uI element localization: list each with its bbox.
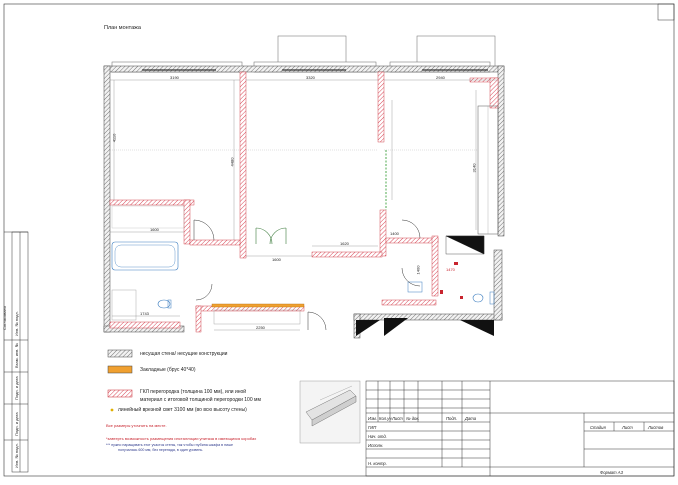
tb-nkontr: Н. контр. xyxy=(368,461,387,466)
tb-list: Лист xyxy=(392,416,403,421)
tb-podp: Подп. xyxy=(446,416,458,421)
dim-label: 1400 xyxy=(390,231,399,236)
side-agreed: Согласовано xyxy=(2,305,7,330)
wall-left xyxy=(103,65,111,333)
tb-list2: Лист xyxy=(622,425,633,430)
tb-format: Формат А3 xyxy=(600,470,623,475)
dim-label: 2250 xyxy=(256,325,265,330)
tb-ispoln: Исполн. xyxy=(368,443,384,448)
tb-nachotd: Нач. отд. xyxy=(368,434,387,439)
tb-data: Дата xyxy=(465,416,477,421)
note-all-sizes: Все размеры уточнить на месте. xyxy=(106,423,167,428)
legend-opening-label: линейный врезной свет 3100 мм (во всю вы… xyxy=(118,407,247,413)
dim-label: 1400 xyxy=(415,265,421,275)
dim-label: 1743 xyxy=(140,311,149,316)
legend-wall-label: несущая стена/ несущие конструкции xyxy=(140,351,228,357)
note-blue-2: получалась 600 мм, без перепада, в один … xyxy=(118,448,204,452)
side-podp-2: Подп. и дата xyxy=(14,412,19,436)
legend-embedded-label: Закладные (брус 40*40) xyxy=(140,367,196,373)
tb-izm: Изм. xyxy=(368,416,377,421)
dim-label: 3190 xyxy=(170,75,179,80)
side-vzam: Взам. инв. № xyxy=(14,343,19,368)
dim-label: 4480 xyxy=(229,157,235,167)
legend-gkl-swatch xyxy=(107,389,133,398)
legend-wall-swatch xyxy=(107,349,133,358)
partition-1 xyxy=(239,71,247,259)
dim-label: 3140 xyxy=(471,163,477,173)
plan-drawing xyxy=(3,3,675,477)
dim-label: 1620 xyxy=(340,241,349,246)
dim-label: 4110 xyxy=(111,133,117,143)
wall-top xyxy=(103,65,505,73)
bathtub xyxy=(111,241,179,271)
side-inv: Инв. № подл. xyxy=(14,443,19,468)
tb-gip: ГИП xyxy=(368,425,377,430)
side-podp: Подп. и дата xyxy=(14,376,19,400)
tb-koluch: Кол.уч xyxy=(379,416,392,421)
tb-stadia: Стадия xyxy=(590,425,606,430)
note-check: *завтерть возможность размещения инсталл… xyxy=(106,436,257,441)
dim-label: 2940 xyxy=(436,75,445,80)
wall-right xyxy=(497,65,505,237)
plan-title: План монтажа xyxy=(104,25,141,31)
drawing-sheet xyxy=(0,0,678,480)
legend-gkl-label: ГКЛ перегородка (толщина 100 мм), или ин… xyxy=(140,389,247,395)
dim-label: 1600 xyxy=(272,257,281,262)
legend-embedded-swatch xyxy=(107,365,133,374)
tb-listov: Листов xyxy=(648,425,664,430)
legend-gkl-label-2: материал с итоговой толщиной перегородки… xyxy=(140,397,261,403)
tb-ndok: № док. xyxy=(406,416,420,421)
legend-opening-dot xyxy=(110,408,114,412)
embedded-beam xyxy=(211,303,305,308)
dim-label: 1600 xyxy=(150,227,159,232)
note-blue-1: *** нужно наращивать этот участок стены,… xyxy=(106,443,233,447)
dim-label: 3320 xyxy=(306,75,315,80)
dim-label: 1470 xyxy=(446,267,455,272)
side-inv-2: Инв. № подл. xyxy=(14,311,19,336)
